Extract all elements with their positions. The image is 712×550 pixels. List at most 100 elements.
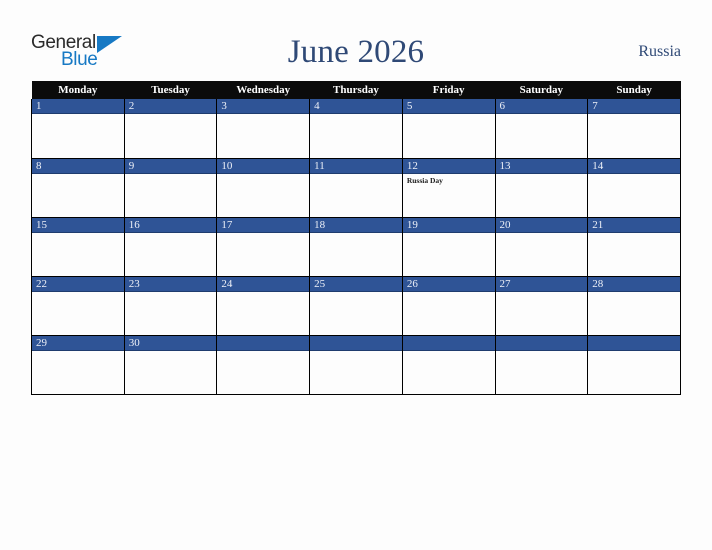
calendar-day-cell[interactable]: 30 (123, 335, 218, 395)
logo-word-blue: Blue (61, 48, 98, 70)
day-number: 8 (32, 158, 124, 174)
day-number: 5 (402, 99, 495, 114)
day-number: 25 (310, 276, 402, 292)
day-number: 11 (310, 158, 402, 174)
calendar-day-cell[interactable]: 29 (31, 335, 125, 395)
day-number: 29 (32, 335, 124, 351)
day-events (125, 351, 217, 353)
calendar-day-cell[interactable]: 14 (587, 158, 681, 218)
day-number: 10 (217, 158, 310, 174)
day-number: 27 (495, 276, 588, 292)
calendar-page: General Blue June 2026 Russia Monday Tue… (0, 0, 712, 550)
calendar-day-cell[interactable] (309, 335, 403, 395)
calendar-day-cell[interactable]: 24 (216, 276, 311, 336)
page-header: General Blue June 2026 Russia (31, 27, 681, 76)
day-number: 26 (402, 276, 495, 292)
calendar-day-cell[interactable]: 25 (309, 276, 403, 336)
calendar-day-cell[interactable]: 1 (31, 99, 125, 159)
day-events (588, 114, 680, 116)
calendar-week-row: 1234567 (31, 99, 681, 159)
calendar-day-cell[interactable] (494, 335, 589, 395)
calendar-day-cell[interactable]: 9 (123, 158, 218, 218)
calendar-day-cell[interactable]: 19 (401, 217, 496, 277)
day-events (32, 351, 124, 353)
calendar-day-cell[interactable]: 20 (494, 217, 589, 277)
calendar-day-cell[interactable]: 16 (123, 217, 218, 277)
day-events (310, 233, 402, 235)
weekday-header-monday: Monday (31, 81, 125, 99)
calendar-day-cell[interactable]: 6 (494, 99, 589, 159)
calendar-day-cell[interactable]: 15 (31, 217, 125, 277)
holiday-label: Russia Day (406, 175, 443, 185)
day-number: 7 (588, 99, 680, 114)
day-number: 14 (588, 158, 680, 174)
day-events (310, 174, 402, 176)
triangle-icon (97, 35, 122, 53)
day-events (125, 114, 217, 116)
day-number: 24 (217, 276, 310, 292)
day-events (403, 233, 495, 235)
day-events: Russia Day (403, 174, 495, 186)
day-events (496, 174, 588, 176)
calendar-day-cell[interactable] (587, 335, 681, 395)
day-events (403, 292, 495, 294)
calendar-body: 1 2 3 4 5 6 7 8 9 10 11 12 Russia Day 13 14 15 16 17 18 19 2… (31, 99, 681, 395)
day-events (125, 233, 217, 235)
day-events (125, 174, 217, 176)
day-events (32, 174, 124, 176)
calendar-day-cell[interactable]: 28 (587, 276, 681, 336)
general-blue-logo[interactable]: General Blue (31, 32, 127, 72)
day-events (217, 233, 309, 235)
calendar-day-cell[interactable]: 10 (216, 158, 311, 218)
calendar-day-cell[interactable] (401, 335, 496, 395)
calendar-week-row: 22 23 24 25 26 27 28 (31, 276, 681, 336)
day-events (310, 292, 402, 294)
calendar-day-cell[interactable]: 5 (401, 99, 496, 159)
day-events (217, 174, 309, 176)
day-number: 22 (32, 276, 124, 292)
day-number: 16 (124, 217, 217, 233)
day-number: 17 (217, 217, 310, 233)
calendar-week-row: 15 16 17 18 19 20 21 (31, 217, 681, 277)
calendar-day-cell[interactable]: 7 (587, 99, 681, 159)
day-events (310, 351, 402, 353)
day-number: 30 (124, 335, 217, 351)
calendar-day-cell[interactable]: 26 (401, 276, 496, 336)
calendar-day-cell[interactable]: 21 (587, 217, 681, 277)
day-number: 21 (588, 217, 680, 233)
day-events (496, 292, 588, 294)
day-events (588, 292, 680, 294)
day-events (310, 114, 402, 116)
calendar-day-cell[interactable]: 13 (494, 158, 589, 218)
day-number: 13 (495, 158, 588, 174)
country-label: Russia (638, 42, 681, 60)
calendar-day-cell[interactable] (216, 335, 311, 395)
day-events (496, 233, 588, 235)
day-number: 4 (310, 99, 402, 114)
day-events (217, 114, 309, 116)
page-title: June 2026 (287, 33, 425, 70)
calendar-day-cell[interactable]: 3 (216, 99, 311, 159)
calendar-day-cell[interactable]: 23 (123, 276, 218, 336)
calendar-day-cell[interactable]: 2 (123, 99, 218, 159)
day-events (217, 292, 309, 294)
day-events (32, 114, 124, 116)
day-events (217, 351, 309, 353)
day-number: 1 (32, 99, 124, 114)
calendar-grid: Monday Tuesday Wednesday Thursday Friday… (31, 81, 681, 395)
calendar-day-cell[interactable]: 8 (31, 158, 125, 218)
calendar-day-cell[interactable]: 17 (216, 217, 311, 277)
day-events (496, 351, 588, 353)
day-events (588, 174, 680, 176)
weekday-header-row: Monday Tuesday Wednesday Thursday Friday… (31, 81, 681, 99)
calendar-day-cell[interactable]: 4 (309, 99, 403, 159)
weekday-header-wednesday: Wednesday (216, 81, 310, 99)
calendar-day-cell[interactable]: 11 (309, 158, 403, 218)
day-number (310, 335, 402, 351)
calendar-day-cell[interactable]: 12 Russia Day (401, 158, 496, 218)
day-number: 12 (402, 158, 495, 174)
day-number (217, 335, 310, 351)
calendar-day-cell[interactable]: 22 (31, 276, 125, 336)
calendar-day-cell[interactable]: 18 (309, 217, 403, 277)
calendar-day-cell[interactable]: 27 (494, 276, 589, 336)
